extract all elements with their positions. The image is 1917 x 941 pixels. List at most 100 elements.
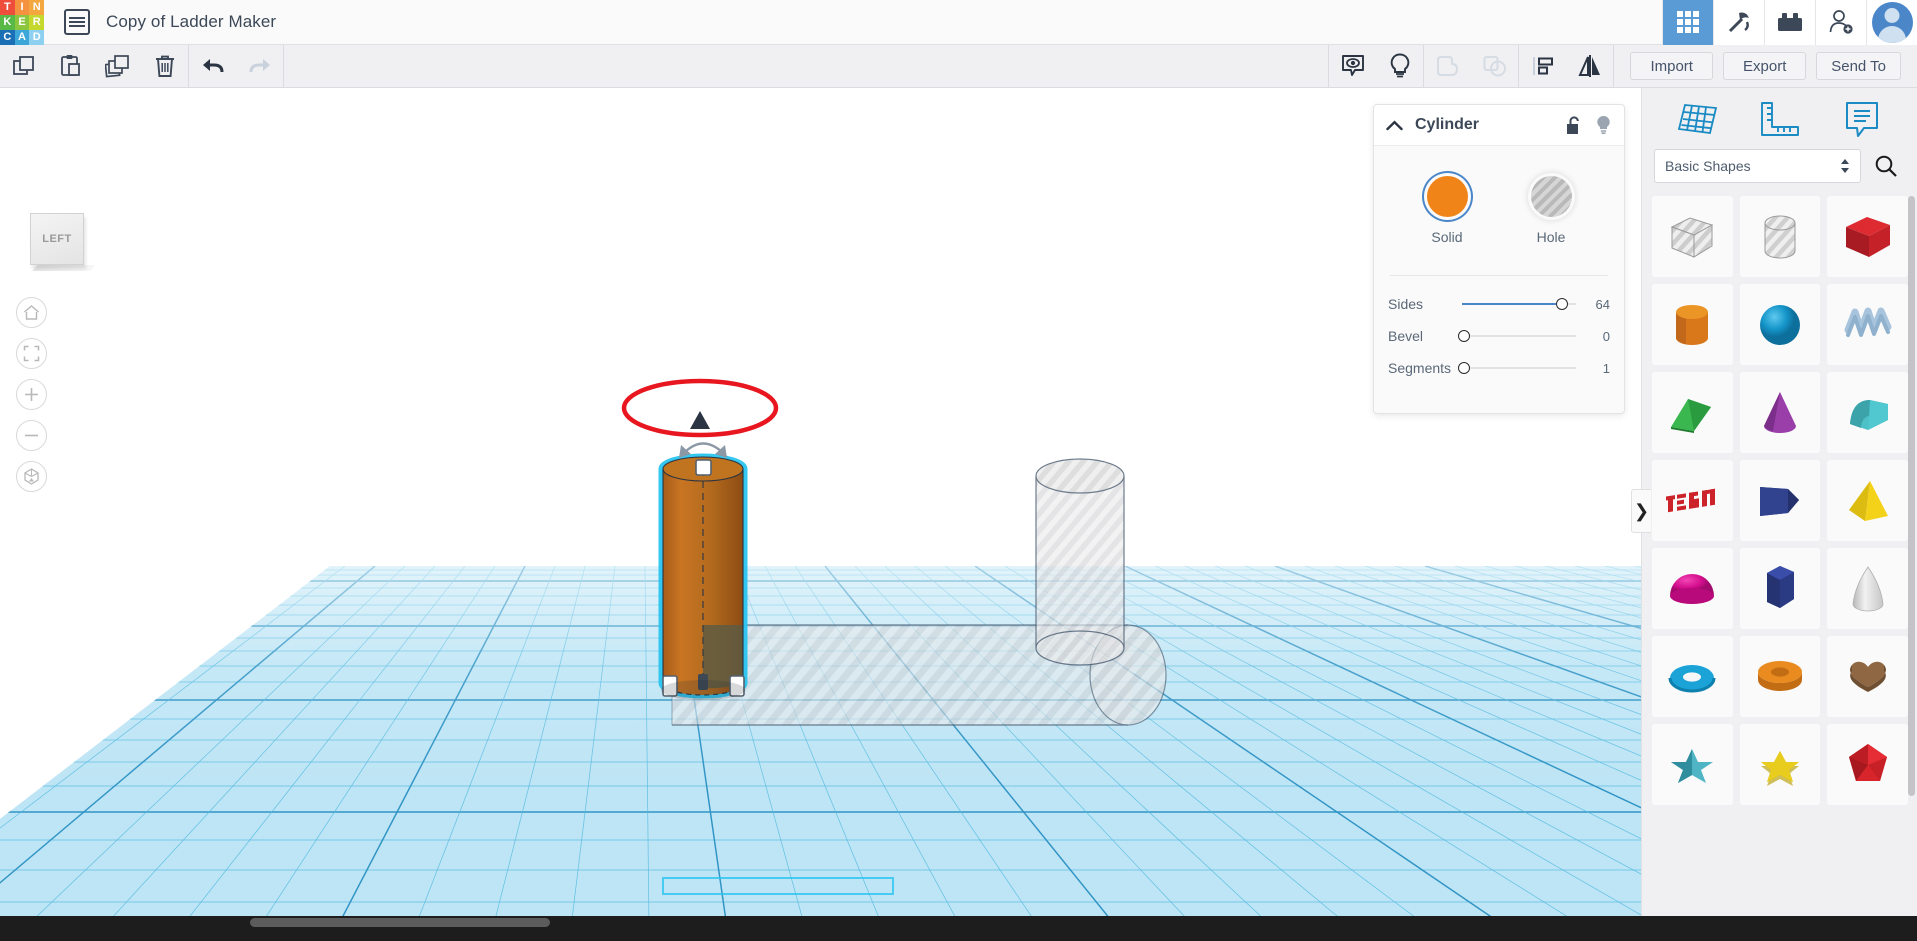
sendto-button[interactable]: Send To <box>1816 52 1901 80</box>
redo-icon[interactable] <box>236 45 283 88</box>
panel-collapse-handle[interactable]: ❯ <box>1631 489 1651 533</box>
page-title: Copy of Ladder Maker <box>106 12 276 32</box>
workplane-glyph <box>1675 99 1719 139</box>
paste-icon[interactable] <box>47 45 94 88</box>
system-bottom-bar <box>0 916 1917 941</box>
shape-hexagon[interactable] <box>1740 548 1821 629</box>
ruler-icon[interactable] <box>1752 96 1806 142</box>
horizontal-scrollbar-thumb[interactable] <box>250 918 550 927</box>
hole-cylinder-vertical[interactable] <box>1036 459 1124 665</box>
slider-bevel-track[interactable] <box>1462 326 1576 346</box>
shape-category-value: Basic Shapes <box>1665 158 1751 174</box>
tinkercad-logo-tile-a: A <box>15 30 30 45</box>
shape-cone[interactable] <box>1740 372 1821 453</box>
shape-heart[interactable] <box>1827 636 1908 717</box>
shape-paraboloid[interactable] <box>1827 548 1908 629</box>
group-glyph <box>1435 54 1461 78</box>
notes-icon[interactable] <box>1835 96 1889 142</box>
properties-header: Cylinder <box>1374 105 1624 146</box>
home-view-icon[interactable] <box>16 297 47 328</box>
shape-star[interactable] <box>1740 724 1821 805</box>
shapes-sidebar: Basic Shapes <box>1641 88 1917 916</box>
shape-box-hole[interactable] <box>1652 196 1733 277</box>
slider-bevel-label: Bevel <box>1388 328 1462 344</box>
lightbulb-icon[interactable] <box>1376 45 1423 88</box>
slider-bevel: Bevel 0 <box>1388 320 1610 352</box>
shape-scribble[interactable] <box>1827 284 1908 365</box>
hole-mode-option[interactable]: Hole <box>1519 176 1583 245</box>
slider-sides-track[interactable] <box>1462 294 1576 314</box>
shape-star-3d[interactable] <box>1652 724 1733 805</box>
visibility-glyph <box>1340 53 1366 79</box>
lego-brick-icon[interactable] <box>1764 0 1815 45</box>
view-cube[interactable]: LEFT <box>30 213 84 265</box>
duplicate-icon[interactable] <box>94 45 141 88</box>
visibility-icon[interactable] <box>1329 45 1376 88</box>
ungroup-icon[interactable] <box>1471 45 1518 88</box>
shapes-grid <box>1642 192 1917 916</box>
shape-category-select[interactable]: Basic Shapes <box>1654 149 1861 183</box>
tinkercad-logo-tile-e: E <box>15 15 30 30</box>
project-list-icon[interactable] <box>64 9 90 35</box>
export-button[interactable]: Export <box>1723 52 1806 80</box>
copy-icon[interactable] <box>0 45 47 88</box>
workplane-grid[interactable] <box>0 566 1641 916</box>
selected-cylinder[interactable] <box>661 456 745 696</box>
delete-icon[interactable] <box>141 45 188 88</box>
avatar[interactable] <box>1866 0 1917 45</box>
move-up-handle-icon[interactable] <box>690 411 710 429</box>
solid-mode-option[interactable]: Solid <box>1415 176 1479 245</box>
tinkercad-logo-tile-c: C <box>0 30 15 45</box>
shape-name: Cylinder <box>1415 116 1479 134</box>
shape-wedge[interactable] <box>1652 372 1733 453</box>
shape-box[interactable] <box>1827 196 1908 277</box>
shape-sphere[interactable] <box>1740 284 1821 365</box>
undo-icon[interactable] <box>189 45 236 88</box>
slider-sides: Sides 64 <box>1388 288 1610 320</box>
shape-half-sphere[interactable] <box>1652 548 1733 629</box>
paste-glyph <box>59 54 83 78</box>
shape-cylinder[interactable] <box>1652 284 1733 365</box>
shape-tube[interactable] <box>1740 636 1821 717</box>
solid-swatch <box>1427 176 1468 217</box>
unlock-icon[interactable] <box>1566 116 1582 135</box>
lightbulb-icon[interactable] <box>1595 115 1612 135</box>
pickaxe-icon[interactable] <box>1713 0 1764 45</box>
shape-cylinder-hole[interactable] <box>1740 196 1821 277</box>
import-button[interactable]: Import <box>1630 52 1713 80</box>
toolbar-divider-6 <box>1613 45 1614 88</box>
slider-segments-track[interactable] <box>1462 358 1576 378</box>
redo-glyph <box>247 55 273 77</box>
shape-roof[interactable] <box>1827 372 1908 453</box>
shape-text[interactable] <box>1652 460 1733 541</box>
slider-segments: Segments 1 <box>1388 352 1610 384</box>
chevron-up-icon[interactable] <box>1386 120 1403 131</box>
mirror-glyph <box>1576 54 1604 78</box>
grid-view-icon[interactable] <box>1662 0 1713 45</box>
cylinder-hole-thumb <box>1755 210 1805 264</box>
shape-pyramid[interactable] <box>1827 460 1908 541</box>
add-person-glyph <box>1828 9 1854 35</box>
ungroup-glyph <box>1482 54 1508 78</box>
shape-tube-box[interactable] <box>1740 460 1821 541</box>
shapes-scrollbar[interactable] <box>1908 196 1915 796</box>
add-person-icon[interactable] <box>1815 0 1866 45</box>
perspective-toggle-icon[interactable] <box>16 461 47 492</box>
shape-polyhedron[interactable] <box>1827 724 1908 805</box>
shape-torus[interactable] <box>1652 636 1733 717</box>
roof-thumb <box>1840 390 1896 436</box>
align-icon[interactable] <box>1519 45 1566 88</box>
group-icon[interactable] <box>1424 45 1471 88</box>
polyhedron-thumb <box>1844 741 1892 789</box>
lego-brick-glyph <box>1777 12 1803 32</box>
properties-divider <box>1390 275 1608 276</box>
fit-to-view-icon[interactable] <box>16 338 47 369</box>
sphere-thumb <box>1756 301 1804 349</box>
mirror-icon[interactable] <box>1566 45 1613 88</box>
search-icon[interactable] <box>1867 149 1905 183</box>
tinkercad-logo[interactable]: TINKERCAD <box>0 0 44 45</box>
zoom-out-icon[interactable] <box>16 420 47 451</box>
hole-swatch <box>1531 176 1572 217</box>
zoom-in-icon[interactable] <box>16 379 47 410</box>
workplane-icon[interactable] <box>1670 96 1724 142</box>
